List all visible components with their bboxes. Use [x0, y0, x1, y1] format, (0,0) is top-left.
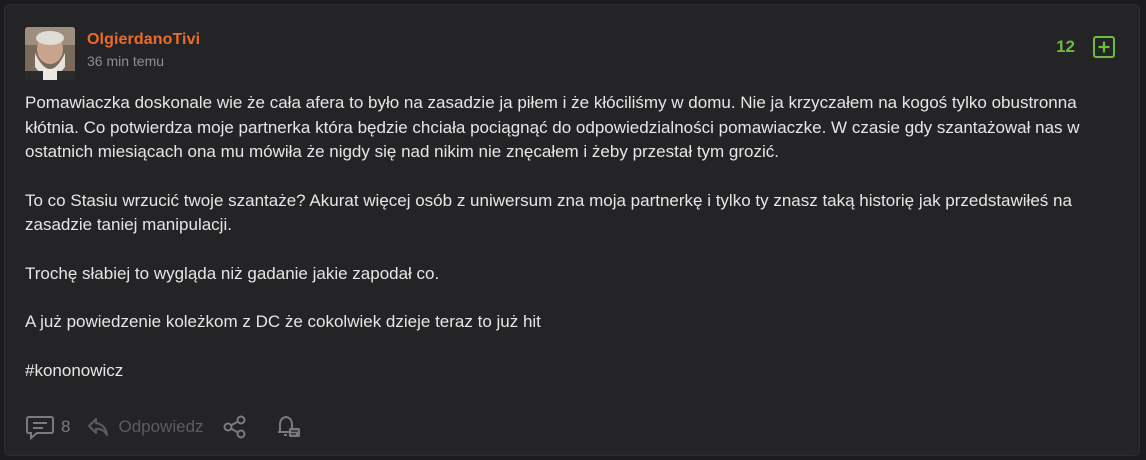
post-timestamp[interactable]: 36 min temu [87, 53, 164, 69]
reply-arrow-icon [88, 418, 109, 436]
paragraph: A już powiedzenie koleżkom z DC że cokol… [25, 312, 541, 331]
reply-button[interactable]: Odpowiedz [86, 415, 204, 439]
share-button[interactable] [222, 414, 248, 440]
notify-button[interactable] [274, 413, 302, 441]
paragraph: To co Stasiu wrzucić twoje szantaże? Aku… [25, 190, 1072, 235]
comment-body: Pomawiaczka doskonale wie że cała afera … [25, 91, 1115, 407]
comments-count: 8 [61, 417, 71, 436]
upvote-button[interactable] [1093, 36, 1115, 58]
comments-button[interactable]: 8 [25, 414, 70, 440]
bell-icon [277, 416, 300, 437]
plus-square-icon [1093, 36, 1115, 58]
author-name[interactable]: OlgierdanoTivi [87, 31, 200, 49]
reply-label: Odpowiedz [118, 417, 204, 436]
avatar-image [25, 27, 75, 80]
comment-bubble-icon [26, 416, 54, 440]
vote-count: 12 [1056, 37, 1075, 56]
avatar[interactable] [25, 27, 75, 80]
paragraph: Trochę słabiej to wygląda niż gadanie ja… [25, 263, 440, 283]
comment-card: OlgierdanoTivi 36 min temu 12 Pomawiaczk… [4, 4, 1140, 456]
paragraph: Pomawiaczka doskonale wie że cała afera … [25, 93, 1080, 161]
hashtag-link[interactable]: #kononowicz [25, 361, 123, 380]
action-bar: 8 Odpowiedz [25, 411, 302, 443]
share-icon [223, 415, 246, 439]
